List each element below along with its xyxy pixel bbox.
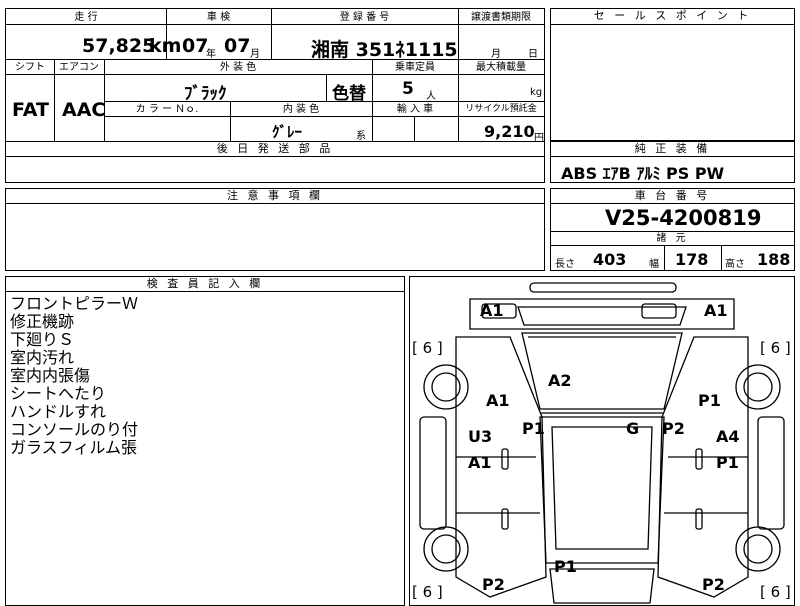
inspector-box: 検 査 員 記 入 欄 フロントピラーＷ 修正機跡 下廻りＳ 室内汚れ 室内内張… [5,276,405,606]
chassis-number: V25-4200819 [605,206,762,230]
registration-label: 登 録 番 号 [339,12,390,23]
spec-label: 諸 元 [656,233,689,244]
inspector-note: ハンドルすれ [10,402,107,421]
mileage-label: 走 行 [74,12,98,23]
max-load-label: 最大積載量 [476,62,526,73]
shift-value: FAT [12,99,49,121]
damage-mark: P2 [662,419,685,438]
caution-label: 注 意 事 項 欄 [6,189,544,204]
transfer-label: 譲渡書類期限 [471,12,531,23]
color-no-label: カ ラ ー Ｎｏ. [135,104,199,115]
height-value: 188 [757,250,791,269]
vehicle-info-table: 走 行 車 検 登 録 番 号 譲渡書類期限 57,825 km 07 年 07… [5,8,545,144]
sales-point-box: セ ー ル ス ポ イ ン ト [550,8,795,141]
plate-number: 湘南 351ﾈ1115 [311,39,458,61]
damage-mark: P1 [554,557,577,576]
tire-mark: [ 6 ] [412,339,443,357]
damage-mark: G [626,419,640,438]
equipment-box: 純 正 装 備 ABS ｴｱB ｱﾙﾐ PS PW [550,141,795,183]
damage-mark: A1 [480,301,504,320]
inspector-note: 室内汚れ [10,348,75,367]
inspection-month: 07 [224,35,251,57]
inspector-note: コンソールのり付 [10,420,139,439]
height-label: 高さ [725,259,745,270]
tire-mark: [ 6 ] [760,583,791,601]
later-parts-box: 後 日 発 送 部 品 [5,141,545,183]
damage-mark: A1 [486,391,510,410]
aircon-label: エアコン [59,62,99,73]
damage-mark: P2 [702,575,725,594]
sales-point-label: セ ー ル ス ポ イ ン ト [551,9,794,25]
inspector-note: シートへたり [10,384,107,403]
length-value: 403 [593,250,627,269]
capacity-unit: 人 [426,91,436,102]
interior-suffix: 系 [356,131,366,142]
length-label: 長さ [555,259,575,270]
mileage-value: 57,825 [82,35,156,57]
aircon-value: AAC [62,99,106,121]
interior-color-value: ｸﾞﾚｰ [272,123,303,141]
inspector-note: ガラスフィルム張 [10,438,138,457]
car-diagram-box: [ 6 ] [ 6 ] [ 6 ] [ 6 ] A1 A1 A2 A1 P1 P… [409,276,795,606]
inspector-note: フロントピラーＷ [10,294,139,313]
damage-mark: P1 [522,419,545,438]
damage-mark: A1 [468,453,492,472]
interior-color-label: 内 装 色 [282,104,320,115]
inspection-label: 車 検 [206,12,231,23]
damage-mark: P1 [716,453,739,472]
damage-mark: A4 [716,427,740,446]
transfer-day-unit: 日 [528,49,538,60]
load-unit: kg [530,87,543,98]
inspector-note: 下廻りＳ [10,330,75,349]
exterior-color-label: 外 装 色 [219,62,257,73]
damage-mark: A2 [548,371,572,390]
tire-mark: [ 6 ] [760,339,791,357]
width-label: 幅 [649,259,659,270]
damage-mark: P2 [482,575,505,594]
chassis-box: 車 台 番 号 V25-4200819 諸 元 長さ 403 幅 178 高さ … [550,188,795,271]
recycle-fee: 9,210 [484,122,535,141]
recycle-label: リサイクル預託金 [465,104,537,114]
inspection-year: 07 [182,35,209,57]
equipment-label: 純 正 装 備 [551,142,794,157]
damage-mark: A1 [704,301,728,320]
inspector-note: 修正機跡 [10,312,75,331]
equipment-items: ABS ｴｱB ｱﾙﾐ PS PW [561,164,725,183]
mileage-unit: km [149,35,182,57]
transfer-month-unit: 月 [491,49,501,60]
chassis-label: 車 台 番 号 [551,189,794,204]
year-unit: 年 [206,49,216,60]
later-parts-label: 後 日 発 送 部 品 [6,142,544,157]
import-label: 輸 入 車 [396,104,434,115]
damage-mark: U3 [468,427,493,446]
capacity-label: 乗車定員 [395,62,435,73]
tire-mark: [ 6 ] [412,583,443,601]
width-value: 178 [675,250,709,269]
inspector-note: 室内内張傷 [10,366,91,385]
month-unit: 月 [250,49,260,60]
damage-mark: P1 [698,391,721,410]
inspector-label: 検 査 員 記 入 欄 [6,277,404,292]
capacity-value: 5 [402,79,414,99]
shift-label: シフト [15,62,45,73]
caution-box: 注 意 事 項 欄 [5,188,545,271]
